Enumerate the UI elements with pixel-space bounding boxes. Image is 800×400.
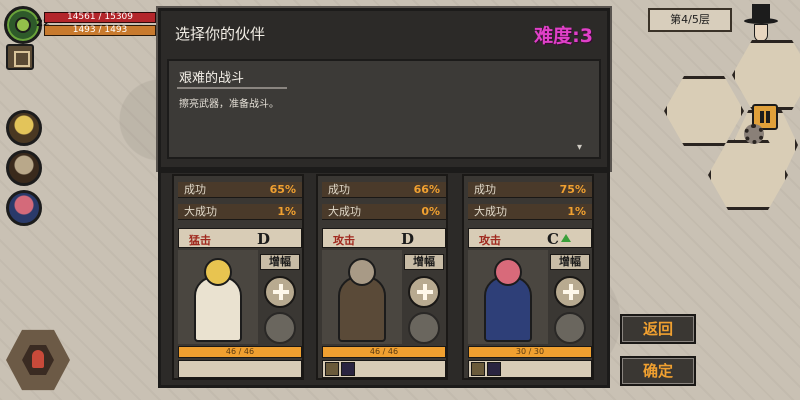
skill-icon[interactable] — [341, 362, 355, 376]
companion-select-dialog: 选择你的伙伴 难度:3 艰难的战斗 擦亮武器，准备战斗。 ▾ — [158, 8, 610, 170]
minimap-hex-button[interactable] — [6, 329, 70, 391]
success-label: 成功 — [184, 183, 206, 196]
success-label: 成功 — [474, 183, 496, 196]
skill-tray — [468, 360, 592, 378]
great-success-value: 0% — [421, 205, 440, 218]
skill-tray — [322, 360, 446, 378]
companion-portrait — [178, 250, 258, 344]
companion-hp-bar: 30 / 30 — [468, 346, 592, 358]
role-label: 攻击 — [479, 234, 501, 247]
role-label: 攻击 — [333, 234, 355, 247]
boost-plus-button[interactable] — [408, 276, 440, 308]
floor-indicator: 第4/5层 — [648, 8, 732, 32]
great-success-value: 1% — [277, 205, 296, 218]
collapse-chevron-icon[interactable]: ▾ — [577, 143, 591, 153]
companion-card[interactable]: 成功 65% 大成功 1% 猛击 D 增幅 46 / 46 — [172, 174, 304, 380]
divider — [177, 87, 287, 89]
party-member-2-portrait[interactable] — [6, 150, 42, 186]
rank-up-arrow-icon — [561, 234, 571, 242]
companion-portrait — [322, 250, 402, 344]
role-label: 猛击 — [189, 234, 211, 247]
confirm-button[interactable]: 确定 — [620, 356, 696, 386]
success-label: 成功 — [328, 183, 350, 196]
empty-slot[interactable] — [264, 312, 296, 344]
success-value: 66% — [413, 183, 440, 196]
companion-portrait — [468, 250, 548, 344]
quest-description: 擦亮武器，准备战斗。 — [179, 99, 279, 110]
skill-icon[interactable] — [487, 362, 501, 376]
player-sp-bar: 1493 / 1493 — [44, 25, 156, 36]
success-row: 成功 75% — [468, 182, 592, 198]
empty-slot[interactable] — [554, 312, 586, 344]
skill-icon[interactable] — [325, 362, 339, 376]
boost-label: 增幅 — [404, 254, 444, 270]
top-hat-character-icon[interactable] — [744, 4, 778, 44]
map-tile[interactable] — [732, 40, 800, 110]
great-success-row: 大成功 1% — [468, 204, 592, 220]
skill-icon[interactable] — [471, 362, 485, 376]
player-emblem-icon — [15, 17, 31, 33]
quest-info-panel: 艰难的战斗 擦亮武器，准备战斗。 ▾ — [167, 59, 601, 159]
success-value: 75% — [559, 183, 586, 196]
companion-card[interactable]: 成功 66% 大成功 0% 攻击 D 增幅 46 / 46 — [316, 174, 448, 380]
skill-tray — [178, 360, 302, 378]
inventory-bag-icon[interactable] — [6, 44, 34, 70]
party-member-1-portrait[interactable] — [6, 110, 42, 146]
gear-icon[interactable] — [744, 124, 764, 144]
role-row: 攻击 C — [468, 228, 592, 248]
great-success-value: 1% — [567, 205, 586, 218]
rank-grade: D — [257, 230, 271, 248]
boost-label: 增幅 — [260, 254, 300, 270]
quest-name: 艰难的战斗 — [179, 71, 245, 86]
difficulty-label: 难度:3 — [534, 25, 593, 47]
companion-hp-bar: 46 / 46 — [178, 346, 302, 358]
great-success-label: 大成功 — [328, 205, 361, 218]
success-row: 成功 65% — [178, 182, 302, 198]
rank-grade: C — [547, 230, 559, 248]
role-row: 攻击 D — [322, 228, 446, 248]
rank-grade: D — [401, 230, 415, 248]
success-value: 65% — [269, 183, 296, 196]
boost-plus-button[interactable] — [264, 276, 296, 308]
great-success-label: 大成功 — [474, 205, 507, 218]
map-tile[interactable] — [664, 76, 744, 146]
great-success-label: 大成功 — [184, 205, 217, 218]
great-success-row: 大成功 0% — [322, 204, 446, 220]
dialog-title: 选择你的伙伴 — [175, 25, 266, 43]
empty-slot[interactable] — [408, 312, 440, 344]
companion-hp-bar: 46 / 46 — [322, 346, 446, 358]
boost-label: 增幅 — [550, 254, 590, 270]
great-success-row: 大成功 1% — [178, 204, 302, 220]
party-member-3-portrait[interactable] — [6, 190, 42, 226]
companion-card[interactable]: 成功 75% 大成功 1% 攻击 C 增幅 30 / 30 — [462, 174, 594, 380]
boost-plus-button[interactable] — [554, 276, 586, 308]
role-row: 猛击 D — [178, 228, 302, 248]
minimap-character-icon — [22, 344, 54, 376]
back-button[interactable]: 返回 — [620, 314, 696, 344]
success-row: 成功 66% — [322, 182, 446, 198]
player-hp-bar: 14561 / 15309 — [44, 12, 156, 23]
